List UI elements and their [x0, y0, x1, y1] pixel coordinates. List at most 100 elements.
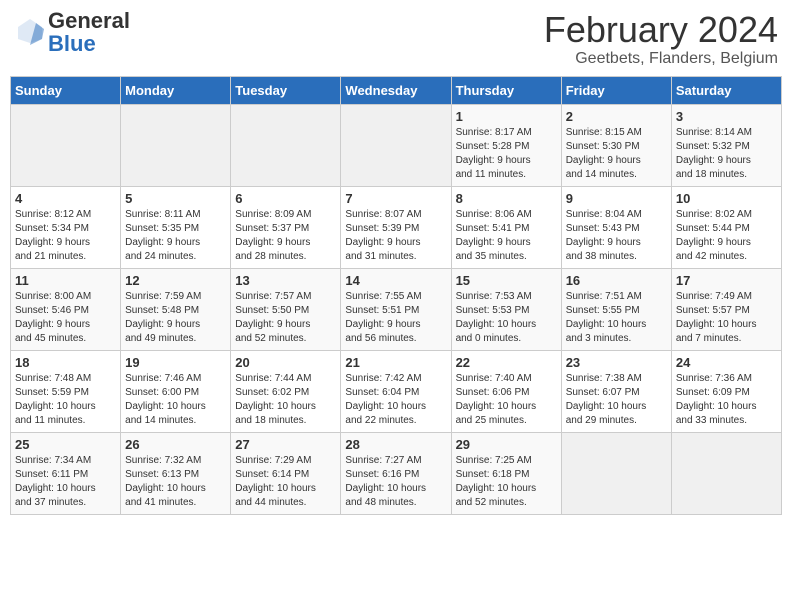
weekday-header-cell: Wednesday [341, 76, 451, 104]
weekday-header-cell: Monday [121, 76, 231, 104]
day-number: 29 [456, 437, 557, 452]
calendar-cell: 18Sunrise: 7:48 AM Sunset: 5:59 PM Dayli… [11, 350, 121, 432]
calendar-cell [671, 432, 781, 514]
logo-general-text: General [48, 8, 130, 33]
day-number: 27 [235, 437, 336, 452]
day-info: Sunrise: 8:02 AM Sunset: 5:44 PM Dayligh… [676, 208, 777, 264]
day-info: Sunrise: 8:09 AM Sunset: 5:37 PM Dayligh… [235, 208, 336, 264]
day-info: Sunrise: 7:25 AM Sunset: 6:18 PM Dayligh… [456, 454, 557, 510]
weekday-header-cell: Sunday [11, 76, 121, 104]
calendar-cell: 5 Sunrise: 8:11 AM Sunset: 5:35 PM Daylig… [121, 186, 231, 268]
calendar-cell: 1 Sunrise: 8:17 AM Sunset: 5:28 PM Daylig… [451, 104, 561, 186]
day-info: Sunrise: 7:59 AM Sunset: 5:48 PM Dayligh… [125, 290, 226, 346]
calendar-cell [341, 104, 451, 186]
calendar-cell: 3Sunrise: 8:14 AM Sunset: 5:32 PM Daylig… [671, 104, 781, 186]
calendar-cell: 13 Sunrise: 7:57 AM Sunset: 5:50 PM Dayli… [231, 268, 341, 350]
calendar-cell [121, 104, 231, 186]
calendar-cell [231, 104, 341, 186]
day-number: 15 [456, 273, 557, 288]
day-info: Sunrise: 8:12 AM Sunset: 5:34 PM Dayligh… [15, 208, 116, 264]
month-title: February 2024 [544, 10, 778, 50]
day-info: Sunrise: 8:06 AM Sunset: 5:41 PM Dayligh… [456, 208, 557, 264]
day-info: Sunrise: 8:11 AM Sunset: 5:35 PM Dayligh… [125, 208, 226, 264]
day-number: 7 [345, 191, 446, 206]
day-info: Sunrise: 8:17 AM Sunset: 5:28 PM Dayligh… [456, 126, 557, 182]
calendar-cell: 15 Sunrise: 7:53 AM Sunset: 5:53 PM Dayli… [451, 268, 561, 350]
calendar-cell: 29 Sunrise: 7:25 AM Sunset: 6:18 PM Dayli… [451, 432, 561, 514]
calendar-cell [11, 104, 121, 186]
day-number: 1 [456, 109, 557, 124]
calendar-cell: 23 Sunrise: 7:38 AM Sunset: 6:07 PM Dayli… [561, 350, 671, 432]
day-number: 28 [345, 437, 446, 452]
day-number: 14 [345, 273, 446, 288]
day-info: Sunrise: 7:55 AM Sunset: 5:51 PM Dayligh… [345, 290, 446, 346]
weekday-header-cell: Friday [561, 76, 671, 104]
calendar-cell: 17Sunrise: 7:49 AM Sunset: 5:57 PM Dayli… [671, 268, 781, 350]
day-info: Sunrise: 8:04 AM Sunset: 5:43 PM Dayligh… [566, 208, 667, 264]
day-number: 9 [566, 191, 667, 206]
day-number: 12 [125, 273, 226, 288]
day-number: 22 [456, 355, 557, 370]
day-number: 8 [456, 191, 557, 206]
day-info: Sunrise: 7:49 AM Sunset: 5:57 PM Dayligh… [676, 290, 777, 346]
calendar-week-row: 25Sunrise: 7:34 AM Sunset: 6:11 PM Dayli… [11, 432, 782, 514]
logo-icon [14, 15, 46, 52]
day-info: Sunrise: 8:14 AM Sunset: 5:32 PM Dayligh… [676, 126, 777, 182]
calendar-cell: 25Sunrise: 7:34 AM Sunset: 6:11 PM Dayli… [11, 432, 121, 514]
day-info: Sunrise: 7:38 AM Sunset: 6:07 PM Dayligh… [566, 372, 667, 428]
day-number: 26 [125, 437, 226, 452]
day-info: Sunrise: 7:53 AM Sunset: 5:53 PM Dayligh… [456, 290, 557, 346]
calendar-cell: 28 Sunrise: 7:27 AM Sunset: 6:16 PM Dayli… [341, 432, 451, 514]
weekday-header-cell: Tuesday [231, 76, 341, 104]
calendar-cell: 6 Sunrise: 8:09 AM Sunset: 5:37 PM Daylig… [231, 186, 341, 268]
day-number: 21 [345, 355, 446, 370]
calendar-cell: 22 Sunrise: 7:40 AM Sunset: 6:06 PM Dayli… [451, 350, 561, 432]
calendar-week-row: 4Sunrise: 8:12 AM Sunset: 5:34 PM Daylig… [11, 186, 782, 268]
calendar-cell: 12 Sunrise: 7:59 AM Sunset: 5:48 PM Dayli… [121, 268, 231, 350]
calendar-cell: 11 Sunrise: 8:00 AM Sunset: 5:46 PM Dayli… [11, 268, 121, 350]
day-number: 13 [235, 273, 336, 288]
day-number: 23 [566, 355, 667, 370]
day-info: Sunrise: 7:27 AM Sunset: 6:16 PM Dayligh… [345, 454, 446, 510]
day-number: 19 [125, 355, 226, 370]
day-info: Sunrise: 7:40 AM Sunset: 6:06 PM Dayligh… [456, 372, 557, 428]
day-info: Sunrise: 7:32 AM Sunset: 6:13 PM Dayligh… [125, 454, 226, 510]
calendar-cell: 7Sunrise: 8:07 AM Sunset: 5:39 PM Daylig… [341, 186, 451, 268]
day-info: Sunrise: 7:44 AM Sunset: 6:02 PM Dayligh… [235, 372, 336, 428]
logo-blue-text: Blue [48, 31, 96, 56]
calendar-cell: 14 Sunrise: 7:55 AM Sunset: 5:51 PM Dayli… [341, 268, 451, 350]
day-info: Sunrise: 7:29 AM Sunset: 6:14 PM Dayligh… [235, 454, 336, 510]
day-info: Sunrise: 7:51 AM Sunset: 5:55 PM Dayligh… [566, 290, 667, 346]
day-number: 11 [15, 273, 116, 288]
day-number: 2 [566, 109, 667, 124]
calendar-cell: 9 Sunrise: 8:04 AM Sunset: 5:43 PM Daylig… [561, 186, 671, 268]
title-area: February 2024 Geetbets, Flanders, Belgiu… [544, 10, 778, 68]
day-number: 24 [676, 355, 777, 370]
day-number: 5 [125, 191, 226, 206]
day-number: 25 [15, 437, 116, 452]
day-number: 6 [235, 191, 336, 206]
calendar-cell: 19Sunrise: 7:46 AM Sunset: 6:00 PM Dayli… [121, 350, 231, 432]
day-number: 16 [566, 273, 667, 288]
calendar-week-row: 18Sunrise: 7:48 AM Sunset: 5:59 PM Dayli… [11, 350, 782, 432]
location-title: Geetbets, Flanders, Belgium [544, 50, 778, 68]
weekday-header-cell: Thursday [451, 76, 561, 104]
day-info: Sunrise: 7:48 AM Sunset: 5:59 PM Dayligh… [15, 372, 116, 428]
calendar-week-row: 11 Sunrise: 8:00 AM Sunset: 5:46 PM Dayli… [11, 268, 782, 350]
calendar-cell: 20 Sunrise: 7:44 AM Sunset: 6:02 PM Dayli… [231, 350, 341, 432]
calendar-cell: 27 Sunrise: 7:29 AM Sunset: 6:14 PM Dayli… [231, 432, 341, 514]
calendar-week-row: 1 Sunrise: 8:17 AM Sunset: 5:28 PM Daylig… [11, 104, 782, 186]
calendar-cell: 16 Sunrise: 7:51 AM Sunset: 5:55 PM Dayli… [561, 268, 671, 350]
calendar-cell [561, 432, 671, 514]
calendar-cell: 26 Sunrise: 7:32 AM Sunset: 6:13 PM Dayli… [121, 432, 231, 514]
day-info: Sunrise: 8:15 AM Sunset: 5:30 PM Dayligh… [566, 126, 667, 182]
calendar-cell: 21Sunrise: 7:42 AM Sunset: 6:04 PM Dayli… [341, 350, 451, 432]
header: General Blue February 2024 Geetbets, Fla… [10, 10, 782, 68]
calendar-cell: 4Sunrise: 8:12 AM Sunset: 5:34 PM Daylig… [11, 186, 121, 268]
day-info: Sunrise: 8:00 AM Sunset: 5:46 PM Dayligh… [15, 290, 116, 346]
calendar-table: SundayMondayTuesdayWednesdayThursdayFrid… [10, 76, 782, 515]
day-info: Sunrise: 7:36 AM Sunset: 6:09 PM Dayligh… [676, 372, 777, 428]
day-number: 20 [235, 355, 336, 370]
calendar-cell: 24 Sunrise: 7:36 AM Sunset: 6:09 PM Dayli… [671, 350, 781, 432]
day-info: Sunrise: 7:57 AM Sunset: 5:50 PM Dayligh… [235, 290, 336, 346]
